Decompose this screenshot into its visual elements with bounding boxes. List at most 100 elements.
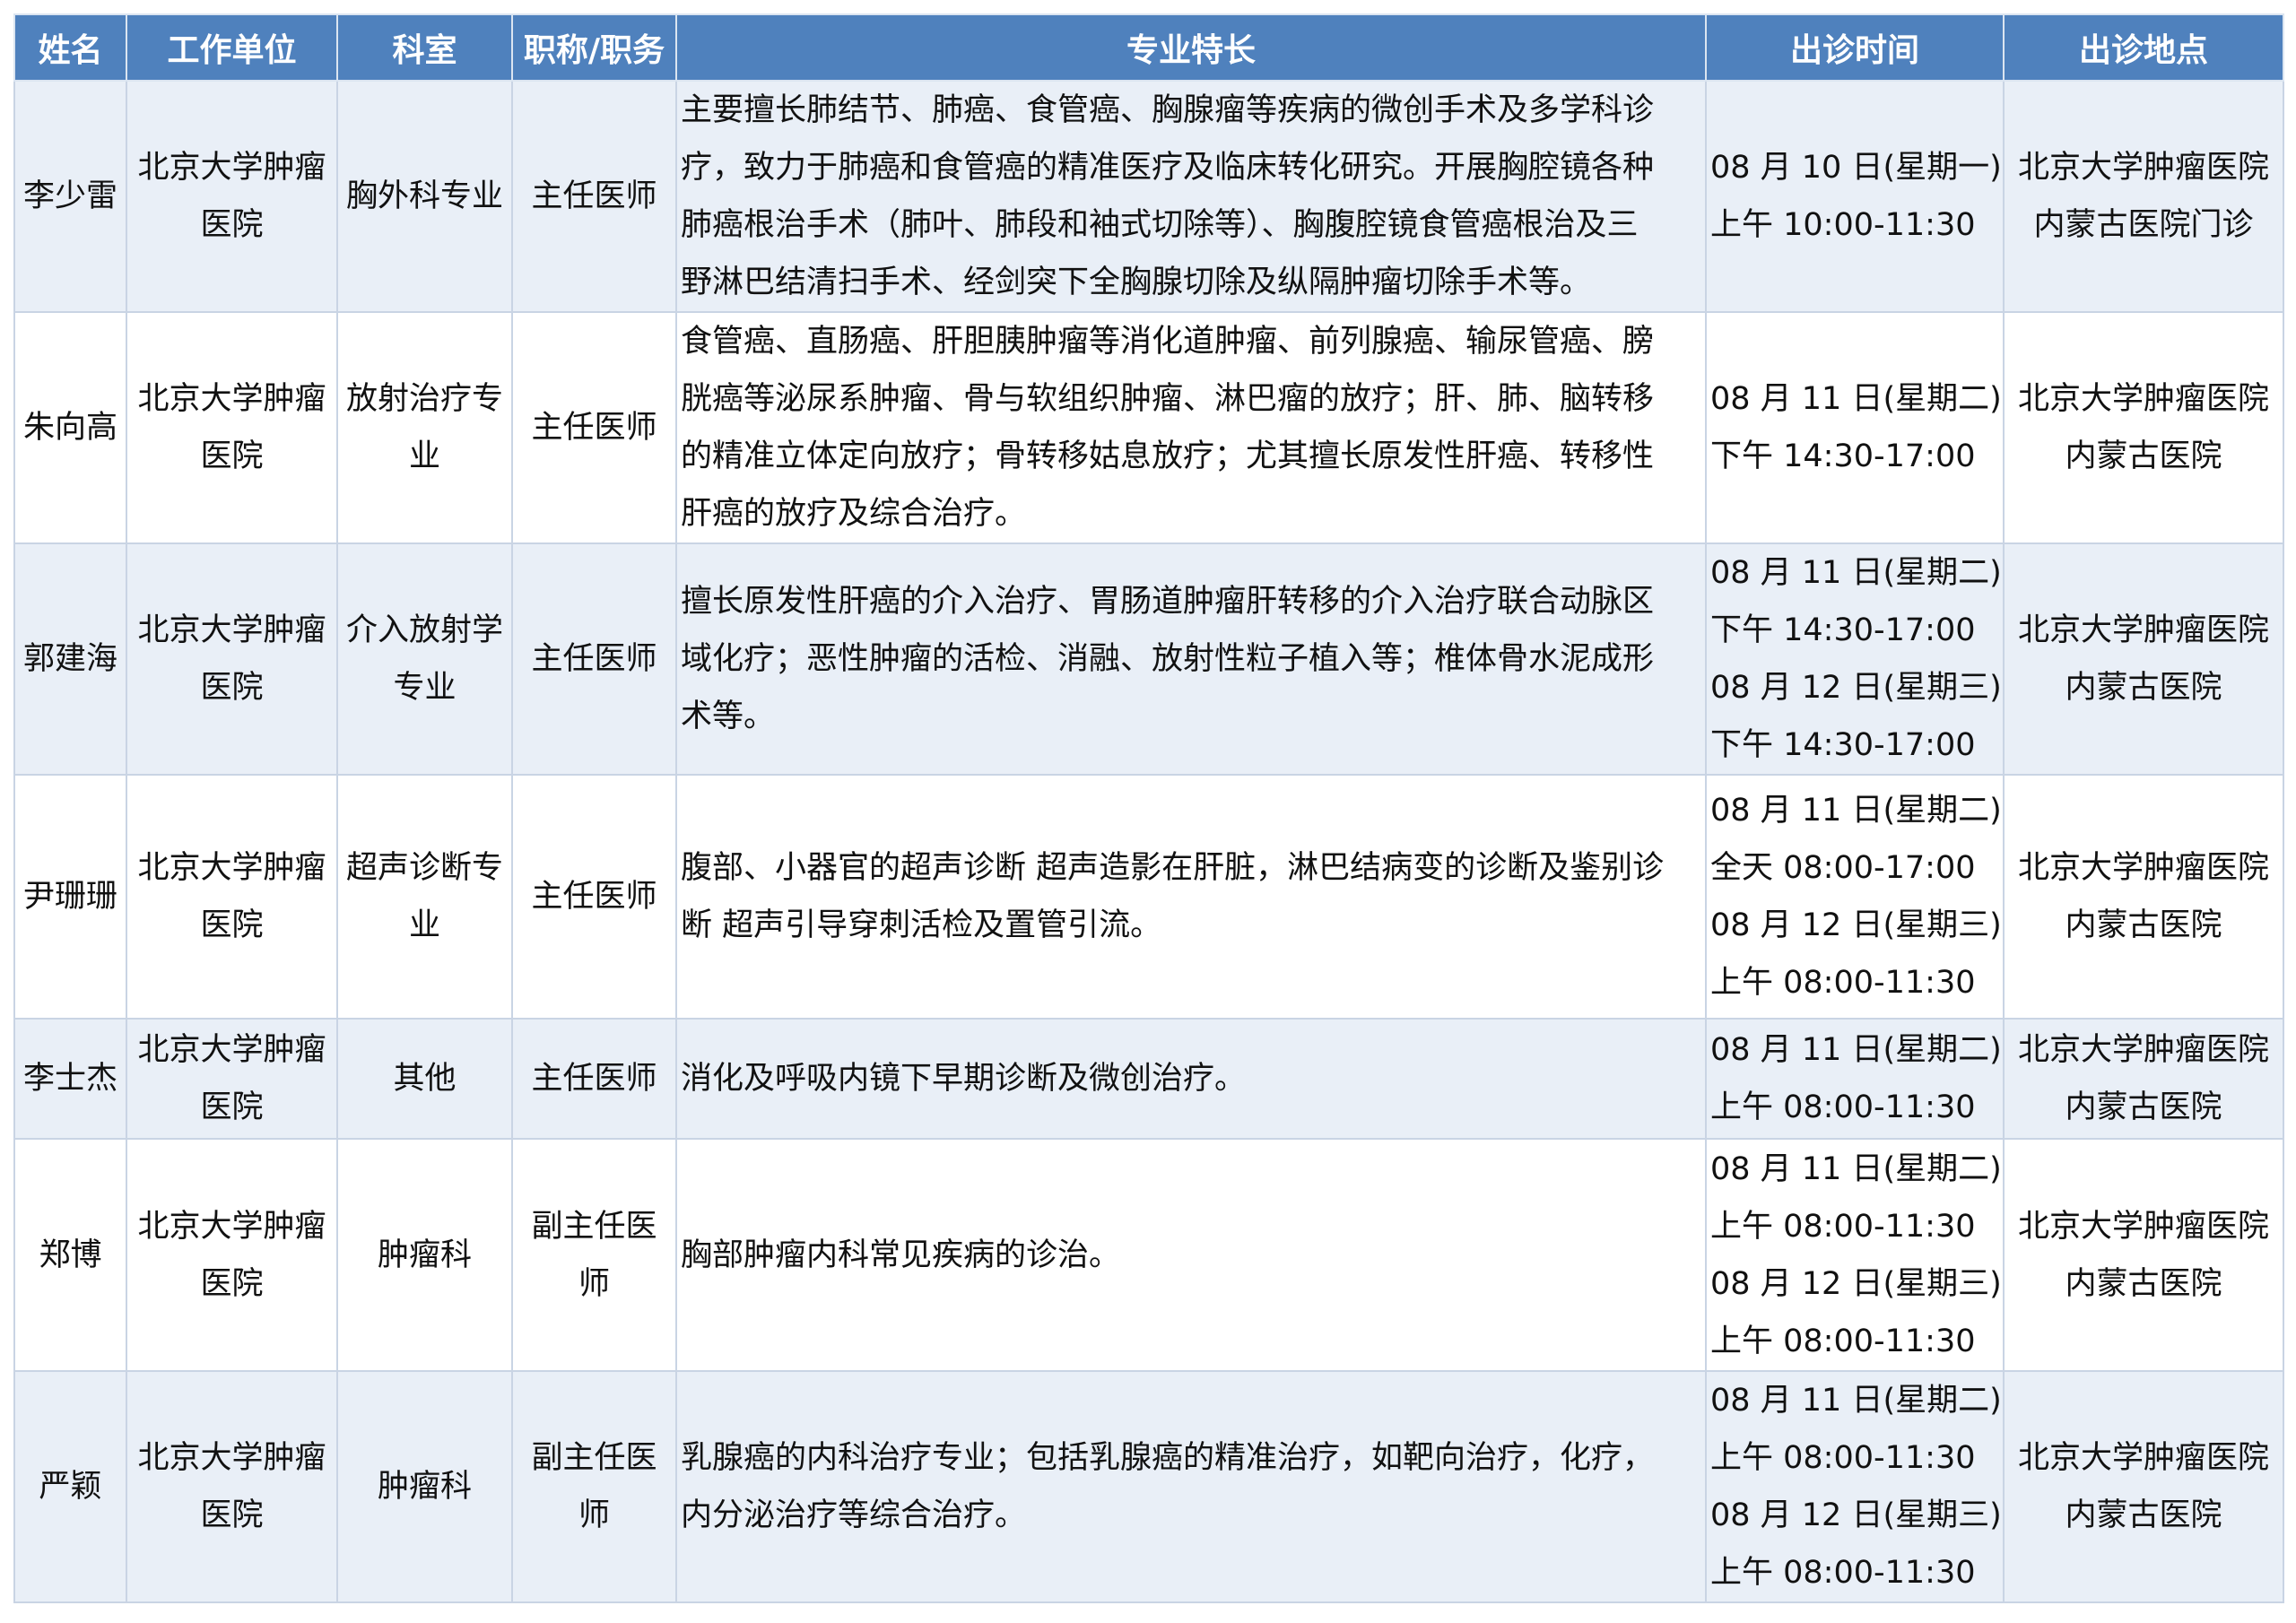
department: 肿瘤科 [336,1138,513,1372]
table-row: 李士杰 北京大学肿瘤 医院 其他 主任医师 消化及呼吸内镜下早期诊断及微创治疗。 08 月 … [13,1018,2284,1140]
clinic-location: 北京大学肿瘤医院 内蒙古医院 [2003,1138,2284,1372]
clinic-time: 08 月 11 日(星期二) 全天 08:00-17:00 08 月 12 日(星期… [1705,774,2005,1020]
department-line: 专业 [393,670,457,706]
clinic-time-line: 08 月 11 日(星期二) [1710,1383,2002,1419]
work-unit-line: 医院 [200,1265,264,1302]
specialty: 乳腺癌的内科治疗专业；包括乳腺癌的精准治疗，如靶向治疗，化疗， 内分泌治疗等综合治… [675,1370,1707,1603]
work-unit-line: 北京大学肿瘤 [137,612,326,648]
specialty-line: 肺癌根治手术（肺叶、肺段和袖式切除等）、胸腹腔镜食管癌根治及三 [681,207,1639,243]
job-title: 主任医师 [511,1018,677,1140]
specialty-line: 主要擅长肺结节、肺癌、食管癌、胸腺瘤等疾病的微创手术及多学科诊 [681,92,1655,128]
header-row: 姓名 工作单位 科室 职称/职务 专业特长 出诊时间 出诊地点 [13,13,2284,82]
doctor-name: 郭建海 [13,542,127,776]
doctor-name: 严颖 [13,1370,127,1603]
job-title: 主任医师 [511,80,677,313]
doctor-name: 李少雷 [13,80,127,313]
clinic-location-line: 北京大学肿瘤医院 [2017,381,2269,417]
work-unit: 北京大学肿瘤 医院 [126,774,338,1020]
clinic-time-line: 上午 08:00-11:30 [1710,1555,1976,1591]
specialty-line: 术等。 [681,699,776,734]
doctor-name: 朱向高 [13,311,127,544]
clinic-location-line: 北京大学肿瘤医院 [2017,1032,2269,1068]
work-unit: 北京大学肿瘤 医院 [126,311,338,544]
specialty-line: 消化及呼吸内镜下早期诊断及微创治疗。 [681,1061,1247,1097]
doctor-name: 李士杰 [13,1018,127,1140]
department: 介入放射学 专业 [336,542,513,776]
clinic-time-line: 08 月 11 日(星期二) [1710,1032,2002,1068]
job-title: 副主任医师 [511,1138,677,1372]
specialty-line: 断 超声引导穿刺活检及置管引流。 [681,907,1162,943]
clinic-location-line: 北京大学肿瘤医院 [2017,1208,2269,1245]
job-title-line: 主任医师 [531,641,657,677]
job-title-line: 主任医师 [531,178,657,214]
specialty: 胸部肿瘤内科常见疾病的诊治。 [675,1138,1707,1372]
specialty-line: 的精准立体定向放疗；骨转移姑息放疗；尤其擅长原发性肝癌、转移性 [681,438,1655,474]
header-name: 姓名 [13,13,127,82]
clinic-time-line: 08 月 11 日(星期二) [1710,555,2002,591]
specialty-line: 擅长原发性肝癌的介入治疗、胃肠道肿瘤肝转移的介入治疗联合动脉区 [681,584,1655,620]
work-unit-line: 北京大学肿瘤 [137,381,326,417]
department-line: 肿瘤科 [377,1469,472,1505]
clinic-time-line: 08 月 11 日(星期二) [1710,381,2002,417]
department: 胸外科专业 [336,80,513,313]
department: 放射治疗专业 [336,311,513,544]
department-line: 放射治疗专 [345,381,503,417]
specialty-line: 域化疗；恶性肿瘤的活检、消融、放射性粒子植入等；椎体骨水泥成形 [681,641,1655,677]
clinic-location-line: 北京大学肿瘤医院 [2017,150,2269,186]
work-unit-line: 医院 [200,438,264,474]
clinic-time: 08 月 11 日(星期二) 上午 08:00-11:30 08 月 12 日(星期… [1705,1370,2005,1603]
job-title-line: 主任医师 [531,410,657,446]
header-title: 职称/职务 [511,13,677,82]
clinic-time-line: 上午 08:00-11:30 [1710,965,1976,1001]
specialty-line: 胱癌等泌尿系肿瘤、骨与软组织肿瘤、淋巴瘤的放疗；肝、肺、脑转移 [681,381,1655,417]
table-row: 郭建海 北京大学肿瘤 医院 介入放射学 专业 主任医师 擅长原发性肝癌的介入治疗、胃肠道肿瘤… [13,542,2284,776]
clinic-location-line: 内蒙古医院 [2065,1497,2222,1533]
job-title: 主任医师 [511,774,677,1020]
specialty: 消化及呼吸内镜下早期诊断及微创治疗。 [675,1018,1707,1140]
department-line: 介入放射学 [345,612,503,648]
specialty-line: 肝癌的放疗及综合治疗。 [681,496,1027,532]
job-title: 主任医师 [511,542,677,776]
job-title-line: 副主任医 [531,1440,657,1476]
header-clinic-location: 出诊地点 [2003,13,2284,82]
specialty: 食管癌、直肠癌、肝胆胰肿瘤等消化道肿瘤、前列腺癌、输尿管癌、膀 胱癌等泌尿系肿瘤、… [675,311,1707,544]
clinic-time-line: 08 月 11 日(星期二) [1710,793,2002,829]
table-row: 严颖 北京大学肿瘤 医院肿瘤科 副主任医师 乳腺癌的内科治疗专业；包括乳腺癌的精准治疗，… [13,1370,2284,1603]
header-clinic-time: 出诊时间 [1705,13,2005,82]
header-dept: 科室 [336,13,513,82]
department-line: 胸外科专业 [345,178,503,214]
clinic-time-line: 上午 08:00-11:30 [1710,1089,1976,1125]
work-unit-line: 医院 [200,907,264,943]
clinic-location-line: 北京大学肿瘤医院 [2017,850,2269,886]
department: 其他 [336,1018,513,1140]
clinic-location-line: 北京大学肿瘤医院 [2017,1440,2269,1476]
specialty-line: 乳腺癌的内科治疗专业；包括乳腺癌的精准治疗，如靶向治疗，化疗， [681,1440,1655,1476]
clinic-time-line: 上午 08:00-11:30 [1710,1323,1976,1359]
doctor-schedule-table: 姓名 工作单位 科室 职称/职务 专业特长 出诊时间 出诊地点 李少雷 北京大学肿… [13,13,2284,1603]
table-row: 李少雷 北京大学肿瘤 医院 胸外科专业 主任医师 主要擅长肺结节、肺癌、食管癌、胸腺瘤等疾… [13,80,2284,313]
job-title-line: 师 [578,1497,610,1533]
doctor-name: 郑博 [13,1138,127,1372]
clinic-time-line: 08 月 12 日(星期三) [1710,670,2002,706]
header-specialty: 专业特长 [675,13,1707,82]
work-unit-line: 北京大学肿瘤 [137,150,326,186]
clinic-time-line: 08 月 10 日(星期一) [1710,150,2002,186]
clinic-time: 08 月 11 日(星期二) 下午 14:30-17:00 [1705,311,2005,544]
work-unit: 北京大学肿瘤 医院 [126,80,338,313]
clinic-time-line: 08 月 12 日(星期三) [1710,907,2002,943]
clinic-location: 北京大学肿瘤医院 内蒙古医院 [2003,1370,2284,1603]
clinic-location: 北京大学肿瘤医院 内蒙古医院 [2003,774,2284,1020]
work-unit-line: 北京大学肿瘤 [137,1032,326,1068]
clinic-time-line: 08 月 12 日(星期三) [1710,1265,2002,1302]
job-title-line: 师 [578,1265,610,1302]
table-row: 郑博 北京大学肿瘤 医院 肿瘤科 副主任医师胸部肿瘤内科常见疾病的诊治。 08 月 11 … [13,1138,2284,1372]
specialty-line: 腹部、小器官的超声诊断 超声造影在肝脏，淋巴结病变的诊断及鉴别诊 [681,850,1665,886]
table-row: 朱向高 北京大学肿瘤 医院 放射治疗专业主任医师 食管癌、直肠癌、肝胆胰肿瘤等消化道肿瘤… [13,311,2284,544]
work-unit: 北京大学肿瘤 医院 [126,542,338,776]
job-title-line: 主任医师 [531,879,657,915]
specialty-line: 胸部肿瘤内科常见疾病的诊治。 [681,1237,1121,1273]
work-unit-line: 北京大学肿瘤 [137,1208,326,1245]
department: 肿瘤科 [336,1370,513,1603]
work-unit-line: 医院 [200,670,264,706]
clinic-location: 北京大学肿瘤医院 内蒙古医院 [2003,311,2284,544]
